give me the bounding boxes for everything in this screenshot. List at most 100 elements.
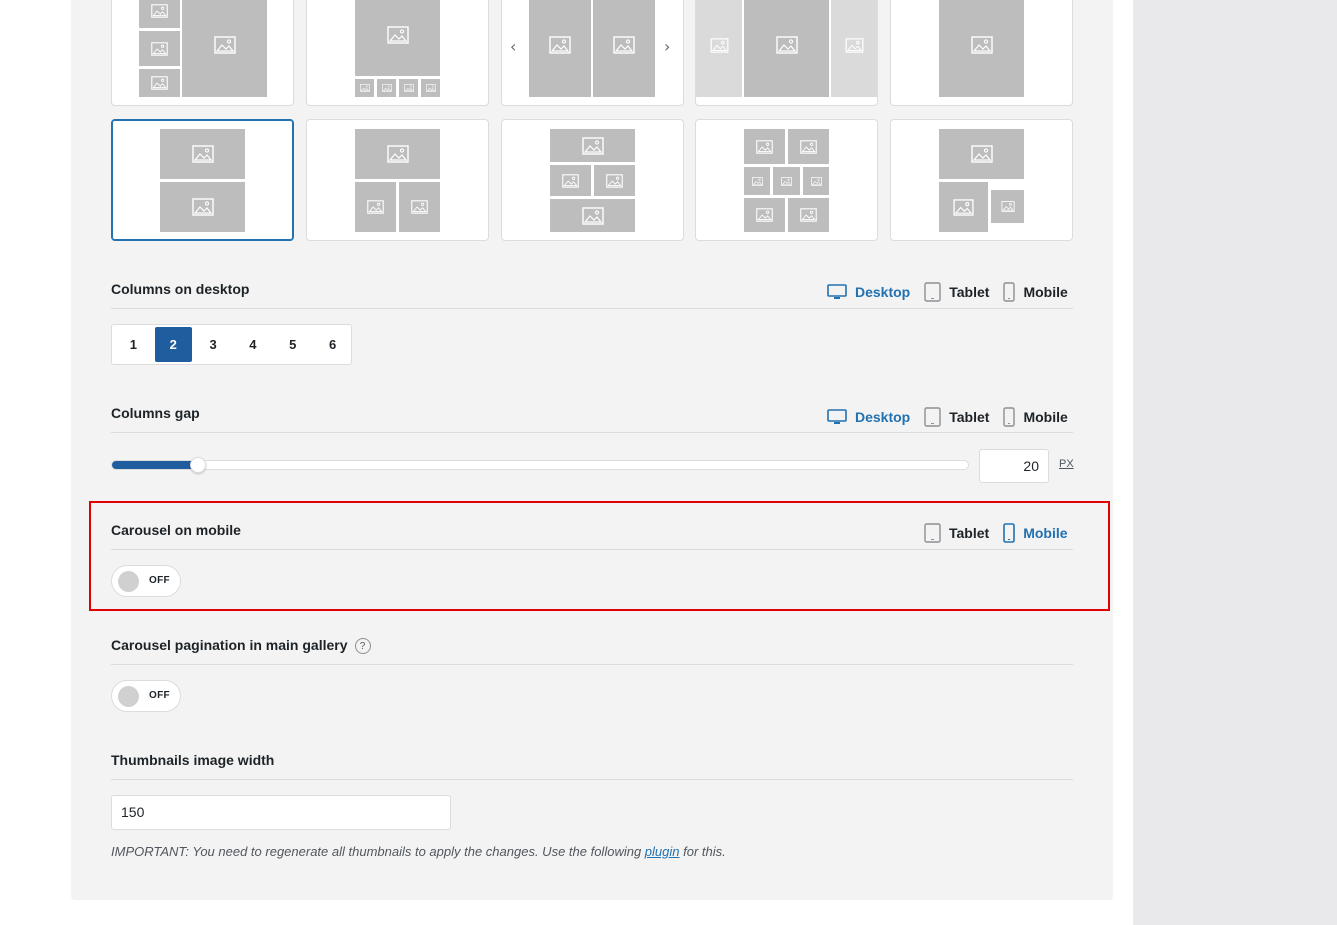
note-text: IMPORTANT: You need to regenerate all th…: [111, 844, 645, 859]
image-icon: [139, 31, 180, 66]
carousel-pagination-label: Carousel pagination in main gallery: [111, 637, 348, 653]
unit-selector[interactable]: PX: [1059, 458, 1074, 470]
image-icon: [939, 0, 1024, 97]
image-icon: [355, 129, 440, 179]
columns-selector: 123456: [111, 324, 352, 365]
chevron-right-icon: ›: [664, 37, 671, 56]
image-icon: [594, 165, 635, 196]
layout-option-9[interactable]: [695, 119, 878, 241]
thumbnails-width-input[interactable]: 150: [111, 795, 451, 830]
image-icon: [355, 0, 440, 76]
help-icon[interactable]: ?: [354, 638, 371, 655]
device-mobile[interactable]: Mobile: [1003, 282, 1068, 302]
device-label: Tablet: [949, 525, 990, 541]
mobile-icon: [1003, 523, 1016, 543]
right-sidebar: [1133, 0, 1337, 925]
columns-gap-slider[interactable]: [111, 457, 969, 473]
column-option[interactable]: 2: [154, 327, 192, 362]
toggle-knob: [118, 686, 139, 707]
column-option[interactable]: 4: [234, 327, 271, 362]
device-desktop[interactable]: Desktop: [827, 284, 910, 300]
carousel-pagination-toggle[interactable]: OFF: [111, 680, 181, 712]
image-icon: [788, 129, 829, 164]
layout-option-4[interactable]: [695, 0, 878, 106]
device-tablet[interactable]: Tablet: [924, 407, 989, 427]
image-icon: [550, 129, 635, 162]
carousel-pagination-title: Carousel pagination in main gallery?: [111, 637, 371, 655]
image-icon: [421, 79, 440, 97]
image-icon: [831, 0, 877, 97]
highlight-box: [89, 501, 1110, 611]
layout-option-1[interactable]: [111, 0, 294, 106]
regenerate-note: IMPORTANT: You need to regenerate all th…: [111, 844, 726, 859]
tablet-icon: [924, 523, 941, 543]
device-tablet[interactable]: Tablet: [924, 282, 989, 302]
image-icon: [773, 167, 800, 195]
layout-option-5[interactable]: [890, 0, 1073, 106]
desktop-icon: [827, 409, 847, 425]
toggle-knob: [118, 571, 139, 592]
toggle-label: OFF: [149, 690, 170, 701]
slider-handle[interactable]: [190, 457, 206, 473]
device-label: Mobile: [1023, 284, 1068, 300]
image-icon: [991, 190, 1024, 223]
mobile-icon: [1003, 282, 1016, 302]
image-icon: [744, 129, 785, 164]
image-icon: [139, 69, 180, 97]
plugin-link[interactable]: plugin: [645, 844, 680, 859]
image-icon: [355, 182, 396, 232]
device-mobile[interactable]: Mobile: [1003, 523, 1068, 543]
image-icon: [803, 167, 829, 195]
layout-option-7[interactable]: [306, 119, 489, 241]
device-label: Tablet: [949, 284, 990, 300]
image-icon: [160, 129, 245, 179]
divider: [111, 664, 1073, 665]
slider-fill: [112, 461, 198, 469]
carousel-mobile-device-switcher: Tablet Mobile: [910, 523, 1068, 543]
image-icon: [182, 0, 267, 97]
layout-option-8[interactable]: [501, 119, 684, 241]
image-icon: [160, 182, 245, 232]
carousel-mobile-title: Carousel on mobile: [111, 522, 241, 538]
device-label: Desktop: [855, 284, 911, 300]
image-icon: [529, 0, 591, 97]
column-option[interactable]: 3: [195, 327, 232, 362]
device-label: Tablet: [949, 409, 990, 425]
tablet-icon: [924, 407, 941, 427]
image-icon: [788, 198, 829, 232]
layout-option-3[interactable]: ‹ ›: [501, 0, 684, 106]
device-label: Mobile: [1023, 525, 1068, 541]
image-icon: [939, 182, 988, 232]
thumbnails-width-title: Thumbnails image width: [111, 752, 275, 768]
image-icon: [399, 79, 418, 97]
image-icon: [744, 0, 829, 97]
image-icon: [399, 182, 440, 232]
image-icon: [139, 0, 180, 28]
device-tablet[interactable]: Tablet: [924, 523, 989, 543]
image-icon: [377, 79, 396, 97]
columns-desktop-device-switcher: Desktop Tablet Mobile: [813, 282, 1068, 302]
layout-option-6[interactable]: [111, 119, 294, 241]
image-icon: [744, 198, 785, 232]
divider: [111, 432, 1073, 433]
column-option[interactable]: 1: [115, 327, 152, 362]
columns-desktop-title: Columns on desktop: [111, 281, 250, 297]
image-icon: [696, 0, 742, 97]
image-icon: [550, 199, 635, 232]
device-label: Desktop: [855, 409, 911, 425]
columns-gap-input[interactable]: 20: [979, 449, 1049, 483]
image-icon: [939, 129, 1024, 179]
layout-option-2[interactable]: [306, 0, 489, 106]
divider: [111, 549, 1073, 550]
device-desktop[interactable]: Desktop: [827, 409, 910, 425]
carousel-mobile-toggle[interactable]: OFF: [111, 565, 181, 597]
column-option[interactable]: 6: [314, 327, 351, 362]
mobile-icon: [1003, 407, 1016, 427]
layout-option-10[interactable]: [890, 119, 1073, 241]
column-option[interactable]: 5: [274, 327, 311, 362]
chevron-left-icon: ‹: [510, 37, 517, 56]
image-icon: [355, 79, 374, 97]
device-mobile[interactable]: Mobile: [1003, 407, 1068, 427]
device-label: Mobile: [1023, 409, 1068, 425]
image-icon: [550, 165, 591, 196]
